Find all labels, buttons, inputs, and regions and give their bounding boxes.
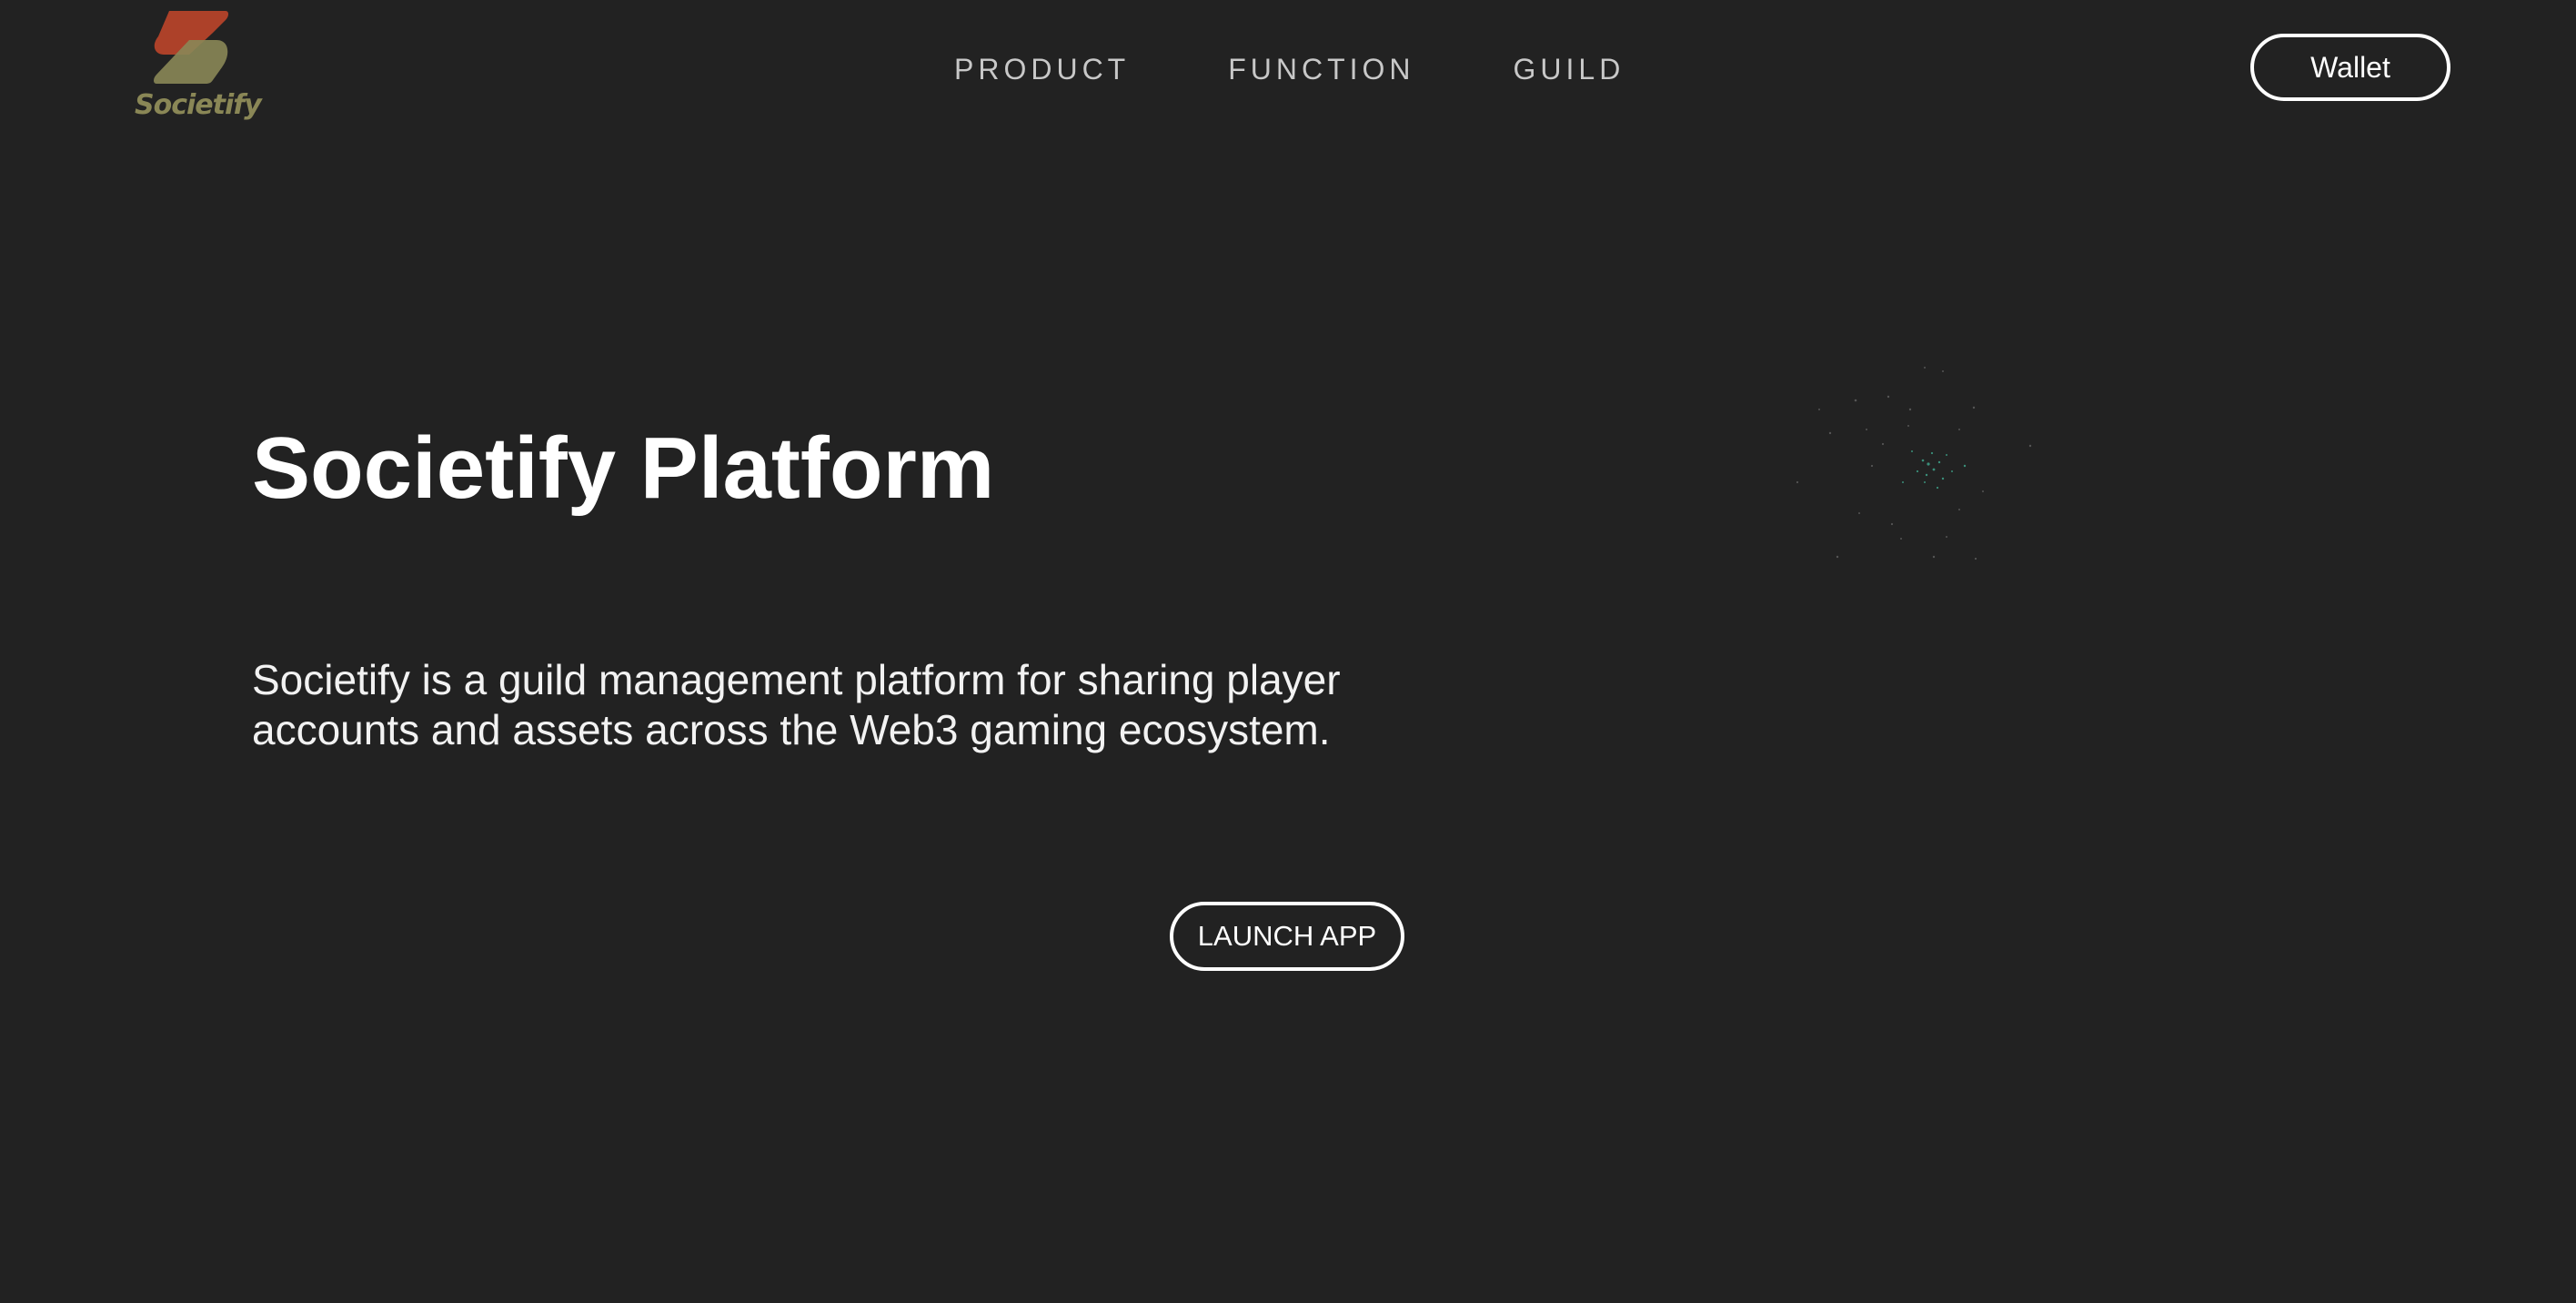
nav-item-product[interactable]: PRODUCT — [954, 51, 1130, 87]
wallet-button[interactable]: Wallet — [2250, 34, 2450, 101]
societify-logo[interactable]: Societify — [135, 11, 262, 124]
particle-cloud-icon — [1796, 367, 2032, 561]
hero-description: Societify is a guild management platform… — [252, 656, 1341, 753]
page: Societify PRODUCT FUNCTION GUILD Wallet … — [0, 0, 2576, 1303]
launch-app-button[interactable]: LAUNCH APP — [1170, 902, 1404, 971]
logo-wordmark: Societify — [135, 89, 262, 121]
nav-item-guild[interactable]: GUILD — [1514, 51, 1625, 87]
nav-item-function[interactable]: FUNCTION — [1228, 51, 1414, 87]
societify-s-logo-icon — [154, 11, 228, 84]
hero-title: Societify Platform — [252, 419, 995, 517]
main-nav: PRODUCT FUNCTION GUILD — [954, 51, 1625, 87]
